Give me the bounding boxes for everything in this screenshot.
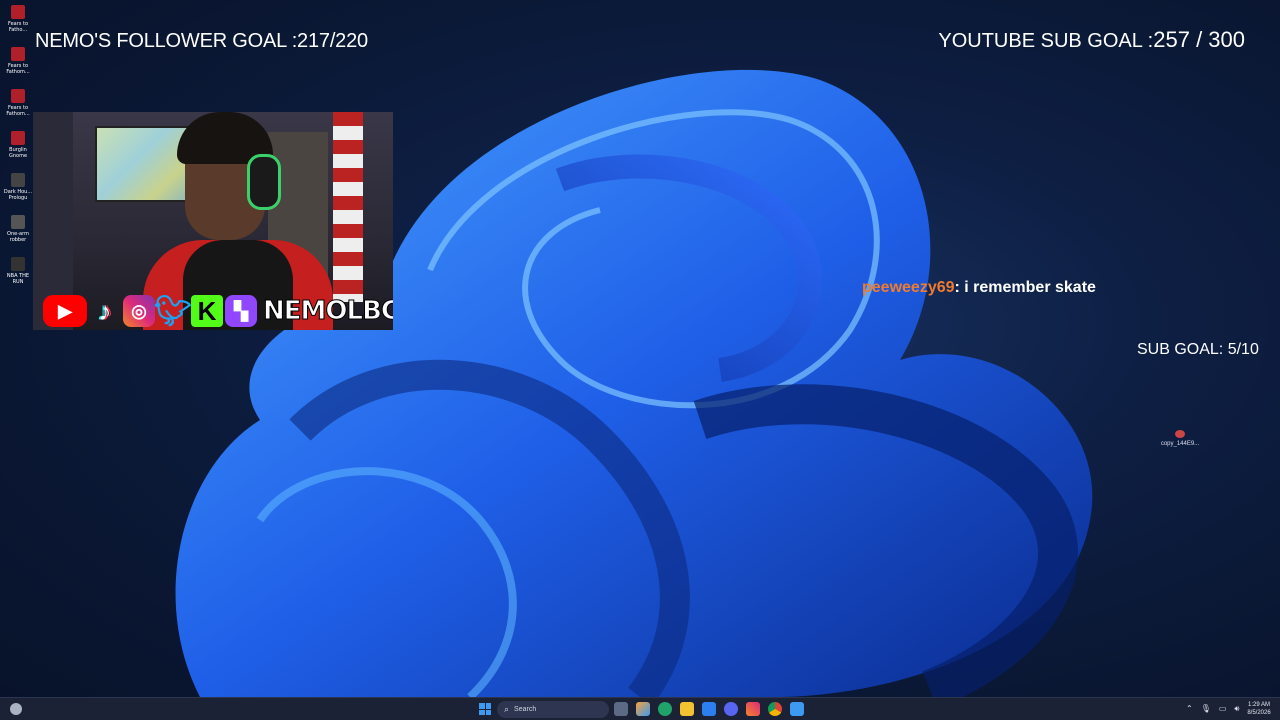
desktop-file[interactable]: copy_144E9... <box>1160 430 1200 447</box>
social-handle: NEMOLBC <box>263 296 393 327</box>
store-icon[interactable] <box>702 702 716 716</box>
game-icon <box>11 131 25 145</box>
app-icon[interactable] <box>790 702 804 716</box>
desktop-shortcut[interactable]: Dark Hou... Prologu <box>2 170 34 210</box>
volume-icon[interactable]: 🔊︎ <box>1234 704 1239 714</box>
desktop-shortcut[interactable]: Fears to Fatho... <box>2 2 34 42</box>
instagram-icon[interactable] <box>746 702 760 716</box>
desktop-file-label: copy_144E9... <box>1160 441 1200 447</box>
chat-username: peeweezy69 <box>862 279 955 296</box>
clock-time: 1:29 AM <box>1247 702 1270 708</box>
copilot-icon[interactable] <box>636 702 650 716</box>
desktop-shortcut[interactable]: Fears to Fathom... <box>2 44 34 84</box>
taskbar-clock[interactable]: 1:29 AM 8/5/2026 <box>1244 701 1274 717</box>
taskbar-apps <box>614 702 804 716</box>
youtube-sub-goal: YOUTUBE SUB GOAL :257 / 300 <box>938 27 1245 53</box>
chevron-up-icon[interactable]: ⌃ <box>1186 704 1193 714</box>
desktop-shortcut[interactable]: Fears to Fathom... <box>2 86 34 126</box>
game-icon <box>11 47 25 61</box>
headset <box>247 154 281 210</box>
discord-icon[interactable] <box>724 702 738 716</box>
game-icon <box>11 89 25 103</box>
youtube-goal-value: 257 / 300 <box>1153 27 1245 52</box>
desktop-shortcut[interactable]: One-arm robber <box>2 212 34 252</box>
search-icon: ⌕ <box>504 704 510 714</box>
network-icon[interactable]: ▭ <box>1219 704 1227 714</box>
task-view-icon[interactable] <box>614 702 628 716</box>
wallpaper-bloom <box>175 69 1093 697</box>
start-button[interactable] <box>479 703 491 715</box>
game-icon <box>11 5 25 19</box>
sub-goal: SUB GOAL: 5/10 <box>1137 341 1259 358</box>
social-bar: ▶ ♪ ◎ 🐦︎ K ▚ NEMOLBC <box>43 294 393 328</box>
youtube-goal-label: YOUTUBE SUB GOAL : <box>938 30 1154 52</box>
twitter-icon: 🐦︎ <box>153 294 193 328</box>
youtube-icon: ▶ <box>43 295 87 327</box>
taskbar: ⌕ Search ⌃ 🎙︎ ▭ 🔊︎ 1:29 AM 8/5/2026 <box>0 697 1280 720</box>
instagram-icon: ◎ <box>123 295 155 327</box>
file-explorer-icon[interactable] <box>680 702 694 716</box>
game-icon <box>11 257 25 271</box>
clock-date: 8/5/2026 <box>1247 710 1271 716</box>
chat-message: peeweezy69: i remember skate <box>862 279 1096 297</box>
game-icon <box>11 173 25 187</box>
file-icon <box>1175 430 1185 438</box>
desktop-shortcut[interactable]: Burglin Gnome <box>2 128 34 168</box>
background-flag <box>333 112 363 302</box>
chrome-icon[interactable] <box>768 702 782 716</box>
search-placeholder: Search <box>514 706 537 713</box>
tiktok-icon: ♪ <box>98 295 112 326</box>
system-tray: ⌃ 🎙︎ ▭ 🔊︎ <box>1186 704 1239 714</box>
mic-icon[interactable]: 🎙︎ <box>1201 704 1211 714</box>
follower-goal: NEMO'S FOLLOWER GOAL :217/220 <box>35 30 368 52</box>
taskbar-search[interactable]: ⌕ Search <box>497 701 609 718</box>
desktop-icons: Fears to Fatho... Fears to Fathom... Fea… <box>2 2 34 296</box>
twitch-icon: ▚ <box>225 295 257 327</box>
chat-text: : i remember skate <box>954 279 1096 296</box>
edge-icon[interactable] <box>658 702 672 716</box>
widgets-icon[interactable] <box>10 703 22 715</box>
kick-icon: K <box>191 295 223 327</box>
webcam-feed: ▶ ♪ ◎ 🐦︎ K ▚ NEMOLBC <box>33 112 393 330</box>
desktop-shortcut[interactable]: NBA THE RUN <box>2 254 34 294</box>
game-icon <box>11 215 25 229</box>
